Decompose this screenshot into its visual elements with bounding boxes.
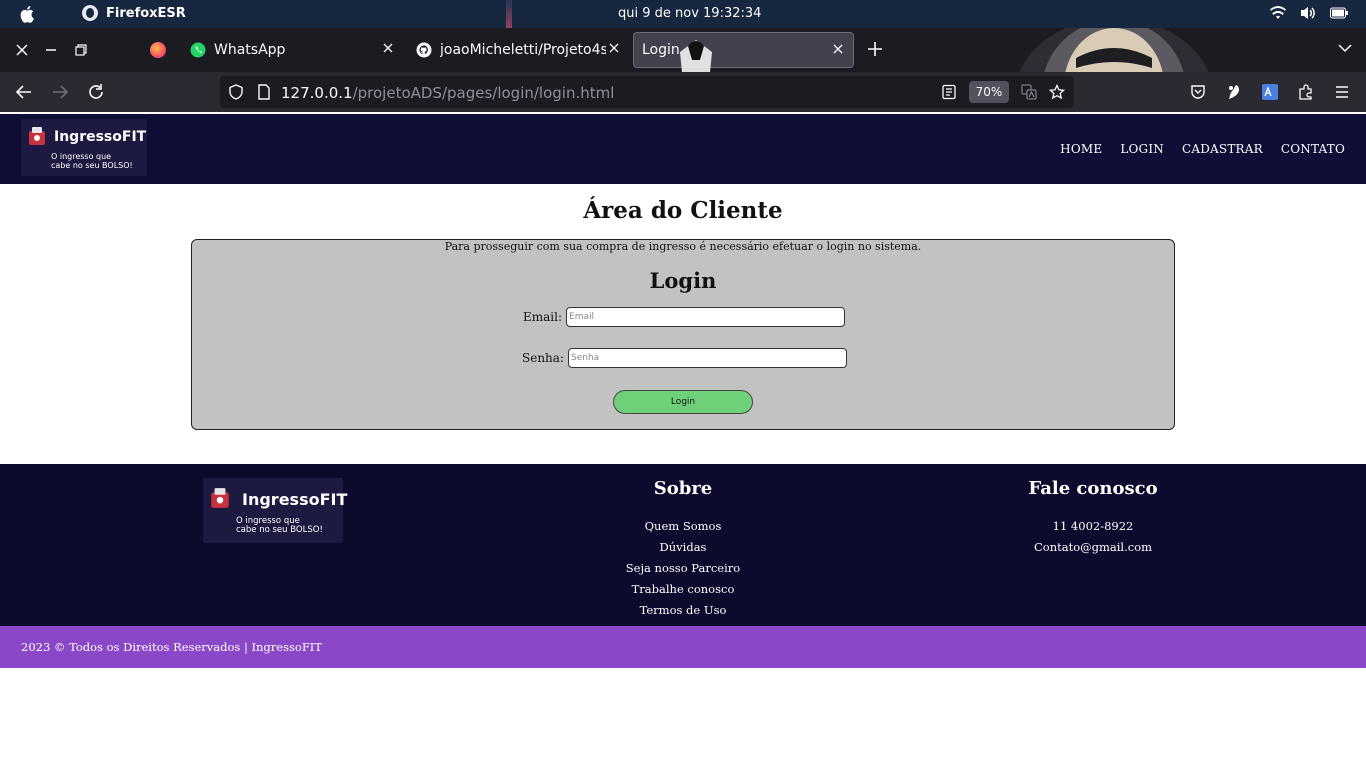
email-row: Email: (523, 307, 846, 327)
tab-github[interactable]: joaoMicheletti/Projeto4s (416, 32, 628, 68)
login-submit-button[interactable]: Login (613, 390, 753, 414)
copyright-bar: 2023 © Todos os Direitos Reservados | In… (0, 626, 1366, 668)
reload-icon[interactable] (87, 83, 105, 101)
browser-nav-toolbar: 127.0.0.1/projetoADS/pages/login/login.h… (0, 72, 1366, 112)
footer-logo-tagline-line-2: cabe no seu BOLSO! (236, 525, 323, 536)
url-host: 127.0.0.1 (281, 84, 353, 102)
web-page: IngressoFIT O ingresso que cabe no seu B… (0, 112, 1366, 768)
close-tab-icon[interactable] (608, 42, 620, 54)
footer-email[interactable]: Contato@gmail.com (993, 537, 1193, 558)
battery-icon[interactable] (1330, 6, 1348, 20)
close-tab-icon[interactable] (832, 43, 844, 55)
password-row: Senha: (522, 348, 847, 368)
ticket-logo-icon (29, 127, 45, 145)
extension-gnome-icon[interactable] (1226, 84, 1242, 100)
site-footer: IngressoFIT O ingresso que cabe no seu B… (0, 464, 1366, 626)
extension-translate-icon[interactable] (1262, 84, 1278, 100)
hamburger-menu-icon[interactable] (1334, 84, 1350, 100)
password-field[interactable] (567, 348, 847, 368)
password-label: Senha: (522, 351, 564, 365)
email-field[interactable] (566, 307, 846, 327)
nav-link-home[interactable]: HOME (1060, 142, 1102, 156)
active-app-name: FirefoxESR (106, 5, 186, 21)
pocket-icon[interactable] (1190, 84, 1206, 100)
tab-whatsapp[interactable]: WhatsApp (190, 32, 400, 68)
site-logo[interactable]: IngressoFIT O ingresso que cabe no seu B… (21, 119, 147, 176)
footer-contact-title: Fale conosco (1028, 478, 1158, 499)
nav-link-contato[interactable]: CONTATO (1281, 142, 1345, 156)
wifi-icon[interactable] (1270, 6, 1286, 20)
logo-tagline: O ingresso que cabe no seu BOLSO! (51, 152, 133, 171)
footer-link-termos[interactable]: Termos de Uso (583, 600, 783, 621)
github-icon (416, 42, 432, 58)
apple-menu-icon[interactable] (20, 5, 36, 23)
close-tab-icon[interactable] (382, 42, 394, 54)
login-form-title: Login (649, 268, 717, 293)
active-app-menu[interactable]: FirefoxESR (82, 5, 186, 21)
site-nav: HOME LOGIN CADASTRAR CONTATO (1060, 142, 1345, 156)
logo-tagline-line-2: cabe no seu BOLSO! (51, 160, 133, 170)
site-header: IngressoFIT O ingresso que cabe no seu B… (0, 114, 1366, 184)
footer-about-links: Quem Somos Dúvidas Seja nosso Parceiro T… (583, 516, 783, 621)
system-tray (1270, 6, 1348, 20)
url-path: /projetoADS/pages/login/login.html (352, 84, 615, 102)
extensions-puzzle-icon[interactable] (1298, 84, 1314, 100)
window-close-icon[interactable] (14, 42, 30, 58)
ticket-logo-icon (211, 488, 229, 508)
footer-phone: 11 4002-8922 (1052, 519, 1134, 533)
nav-link-cadastrar[interactable]: CADASTRAR (1182, 142, 1263, 156)
footer-link-quem-somos[interactable]: Quem Somos (583, 516, 783, 537)
whatsapp-icon (190, 42, 206, 58)
reader-view-icon[interactable] (941, 84, 957, 100)
footer-about-column: Sobre Quem Somos Dúvidas Seja nosso Parc… (583, 478, 783, 621)
url-text[interactable]: 127.0.0.1/projetoADS/pages/login/login.h… (281, 84, 614, 102)
os-top-bar: FirefoxESR qui 9 de nov 19:32:34 (0, 0, 1366, 28)
window-restore-icon[interactable] (73, 42, 89, 58)
footer-link-duvidas[interactable]: Dúvidas (583, 537, 783, 558)
tab-label: joaoMicheletti/Projeto4s (440, 42, 606, 58)
login-notice: Para prosseguir com sua compra de ingres… (444, 240, 922, 253)
footer-logo: IngressoFIT O ingresso que cabe no seu B… (203, 478, 347, 543)
tab-label: WhatsApp (214, 42, 286, 58)
shield-icon[interactable] (228, 84, 244, 100)
firefox-icon (150, 42, 166, 58)
footer-about-title: Sobre (653, 478, 713, 499)
firefox-app-icon (82, 5, 98, 21)
footer-link-parceiro[interactable]: Seja nosso Parceiro (583, 558, 783, 579)
volume-icon[interactable] (1300, 6, 1316, 20)
url-bar[interactable]: 127.0.0.1/projetoADS/pages/login/login.h… (220, 76, 1074, 108)
zoom-level-button[interactable]: 70% (969, 81, 1009, 103)
back-arrow-icon[interactable] (15, 83, 33, 101)
page-title: Área do Cliente (583, 197, 783, 224)
footer-contact-list: 11 4002-8922 Contato@gmail.com (993, 516, 1193, 558)
bookmark-star-icon[interactable] (1049, 84, 1065, 100)
page-icon[interactable] (256, 84, 272, 100)
nav-link-login[interactable]: LOGIN (1120, 142, 1164, 156)
footer-contact-column: Fale conosco 11 4002-8922 Contato@gmail.… (993, 478, 1193, 558)
logo-title: IngressoFIT (54, 129, 147, 145)
copyright-text: 2023 © Todos os Direitos Reservados | In… (21, 640, 323, 654)
translate-icon[interactable] (1021, 84, 1037, 100)
footer-logo-tagline: O ingresso que cabe no seu BOLSO! (236, 516, 323, 536)
footer-logo-title: IngressoFIT (242, 490, 348, 509)
system-clock[interactable]: qui 9 de nov 19:32:34 (618, 6, 761, 21)
new-tab-icon[interactable] (866, 40, 884, 58)
forward-arrow-icon[interactable] (51, 83, 69, 101)
chevron-down-icon[interactable] (1338, 43, 1352, 53)
email-label: Email: (523, 310, 563, 324)
wallpaper-decoration (506, 0, 512, 28)
login-card: Para prosseguir com sua compra de ingres… (191, 239, 1175, 430)
window-minimize-icon[interactable] (43, 42, 59, 58)
tab-firefox-pinned[interactable] (140, 32, 176, 68)
footer-link-trabalhe-conosco[interactable]: Trabalhe conosco (583, 579, 783, 600)
